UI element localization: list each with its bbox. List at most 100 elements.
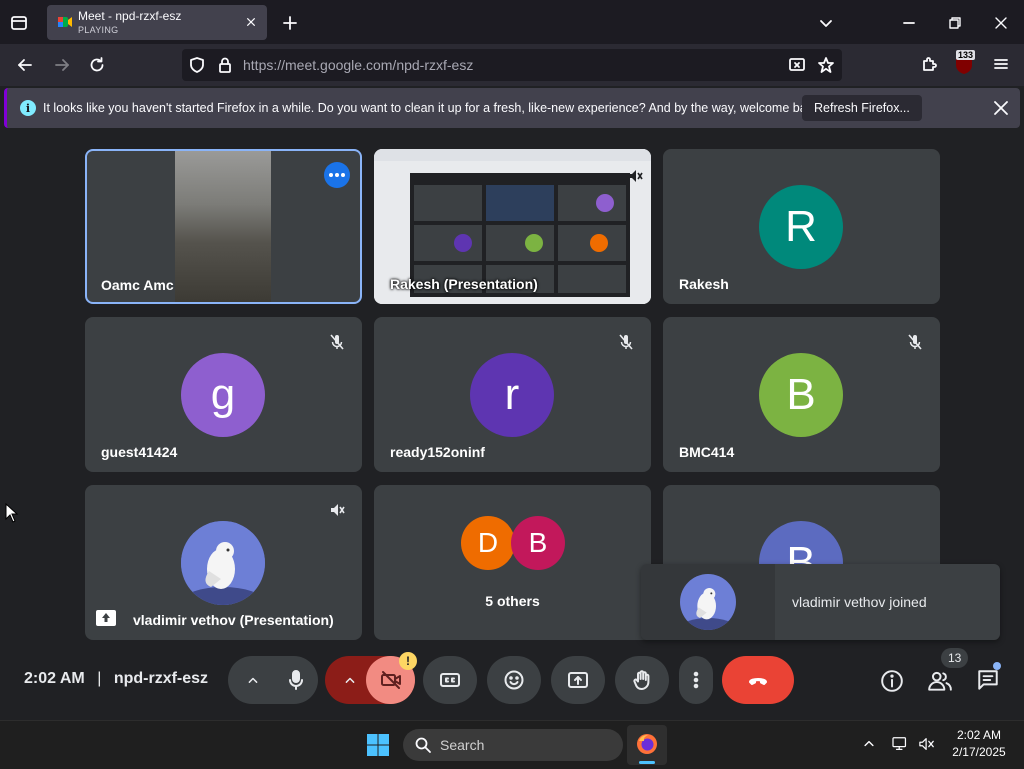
tab-meet[interactable]: Meet - npd-rzxf-esz PLAYING — [47, 5, 267, 40]
close-window-icon[interactable] — [990, 12, 1012, 34]
bookmark-star-icon[interactable] — [817, 56, 835, 74]
new-tab-icon[interactable] — [279, 12, 301, 34]
firefox-view-icon[interactable] — [8, 12, 30, 34]
windows-taskbar: Search 2:02 AM 2/17/2025 — [0, 720, 1024, 769]
emoji-icon — [504, 670, 524, 690]
info-icon: i — [20, 100, 36, 116]
muted-speaker-icon — [626, 167, 644, 185]
participant-tile[interactable]: Oamc Amc — [85, 149, 362, 304]
others-tile[interactable]: D B 5 others — [374, 485, 651, 640]
mic-control-group — [228, 656, 318, 704]
list-tabs-chevron-icon[interactable] — [815, 12, 837, 34]
avatar-initial: B — [786, 370, 816, 419]
avatar: B — [759, 353, 843, 437]
chat-unread-dot — [993, 662, 1001, 670]
more-options-button[interactable] — [679, 656, 713, 704]
back-icon[interactable] — [13, 53, 37, 77]
windows-start-icon[interactable] — [366, 733, 390, 757]
search-icon — [414, 736, 432, 754]
taskbar-search-box[interactable]: Search — [403, 729, 623, 761]
notification-message: It looks like you haven't started Firefo… — [43, 101, 823, 115]
avatar-initial: r — [504, 370, 520, 419]
tab-playing-status: PLAYING — [78, 25, 119, 35]
url-text[interactable]: https://meet.google.com/npd-rzxf-esz — [243, 57, 473, 73]
participant-name: BMC414 — [679, 444, 735, 460]
refresh-firefox-button[interactable]: Refresh Firefox... — [802, 95, 922, 121]
url-bar[interactable]: https://meet.google.com/npd-rzxf-esz — [182, 49, 842, 81]
video-options-chevron-icon[interactable] — [339, 669, 361, 691]
meeting-code: npd-rzxf-esz — [113, 670, 209, 687]
avatar: r — [470, 353, 554, 437]
mic-off-icon — [617, 333, 635, 351]
warning-icon: ! — [399, 652, 417, 670]
mic-off-icon — [328, 333, 346, 351]
tray-chevron-up-icon[interactable] — [860, 735, 878, 753]
avatar: R — [759, 185, 843, 269]
participants-count-badge: 13 — [941, 648, 969, 668]
leave-call-button[interactable] — [722, 656, 794, 704]
audio-options-chevron-icon[interactable] — [242, 669, 264, 691]
app-menu-hamburger-icon[interactable] — [990, 53, 1012, 75]
participant-tile[interactable]: vladimir vethov (Presentation) — [85, 485, 362, 640]
search-label: Search — [440, 737, 485, 753]
participant-name: Oamc Amc — [101, 277, 174, 293]
end-call-icon — [749, 678, 767, 685]
taskbar-firefox-app[interactable] — [627, 725, 667, 765]
toast-thumbnail — [641, 564, 775, 640]
present-screen-button[interactable] — [551, 656, 605, 704]
participant-tile[interactable]: Rakesh (Presentation) — [374, 149, 651, 304]
tab-title: Meet - npd-rzxf-esz — [78, 9, 182, 23]
volume-muted-icon[interactable] — [917, 735, 937, 753]
reactions-button[interactable] — [487, 656, 541, 704]
participant-tile[interactable]: r ready152oninf — [374, 317, 651, 472]
participant-tile[interactable]: R Rakesh — [663, 149, 940, 304]
participant-tile[interactable]: g guest41424 — [85, 317, 362, 472]
raise-hand-icon — [633, 670, 650, 690]
raise-hand-button[interactable] — [615, 656, 669, 704]
participant-tile[interactable]: B BMC414 — [663, 317, 940, 472]
notification-bar: i It looks like you haven't started Fire… — [4, 88, 1020, 128]
extensions-puzzle-icon[interactable] — [918, 53, 940, 75]
lock-icon[interactable] — [216, 56, 234, 74]
firefox-icon — [637, 734, 657, 754]
presentation-icon — [95, 609, 117, 627]
network-icon[interactable] — [891, 735, 911, 753]
more-options-icon[interactable] — [324, 162, 350, 188]
reload-icon[interactable] — [85, 53, 109, 77]
avatar: B — [511, 516, 565, 570]
notification-close-icon[interactable] — [991, 98, 1011, 118]
mouse-cursor-icon — [5, 502, 19, 523]
meeting-details-info-icon[interactable] — [879, 668, 905, 694]
chat-icon[interactable] — [974, 662, 1002, 693]
minimize-icon[interactable] — [898, 12, 920, 34]
owl-avatar — [680, 574, 736, 630]
screen-share-indicator-icon[interactable] — [788, 56, 806, 74]
join-toast: vladimir vethov joined — [641, 564, 1000, 640]
restore-icon[interactable] — [944, 12, 966, 34]
forward-icon[interactable] — [50, 53, 74, 77]
avatar: g — [181, 353, 265, 437]
people-icon[interactable] — [926, 668, 954, 694]
taskbar-clock[interactable]: 2:02 AM 2/17/2025 — [944, 728, 1014, 759]
muted-speaker-icon — [328, 501, 346, 519]
ublock-extension-icon[interactable]: 133 — [952, 50, 976, 77]
present-screen-icon — [568, 672, 588, 688]
camera-control-group: ! — [325, 652, 417, 704]
toast-message: vladimir vethov joined — [792, 594, 927, 610]
meet-favicon — [57, 14, 73, 30]
avatar-initial: B — [528, 527, 548, 558]
captions-button[interactable] — [423, 656, 477, 704]
avatar-initial: g — [210, 370, 236, 419]
microphone-button[interactable] — [274, 656, 318, 704]
extension-badge-count: 133 — [956, 50, 976, 60]
participant-name: vladimir vethov (Presentation) — [133, 612, 334, 628]
tracking-shield-icon[interactable] — [188, 56, 206, 74]
owl-avatar — [181, 521, 265, 605]
camera-off-icon — [380, 671, 401, 689]
tab-close-icon[interactable] — [242, 13, 260, 31]
tab-bar: Meet - npd-rzxf-esz PLAYING — [0, 0, 1024, 44]
clock-date: 2/17/2025 — [952, 745, 1006, 759]
more-vert-icon — [693, 671, 699, 689]
avatar-initial: R — [785, 202, 817, 251]
avatar-initial: D — [477, 527, 499, 558]
